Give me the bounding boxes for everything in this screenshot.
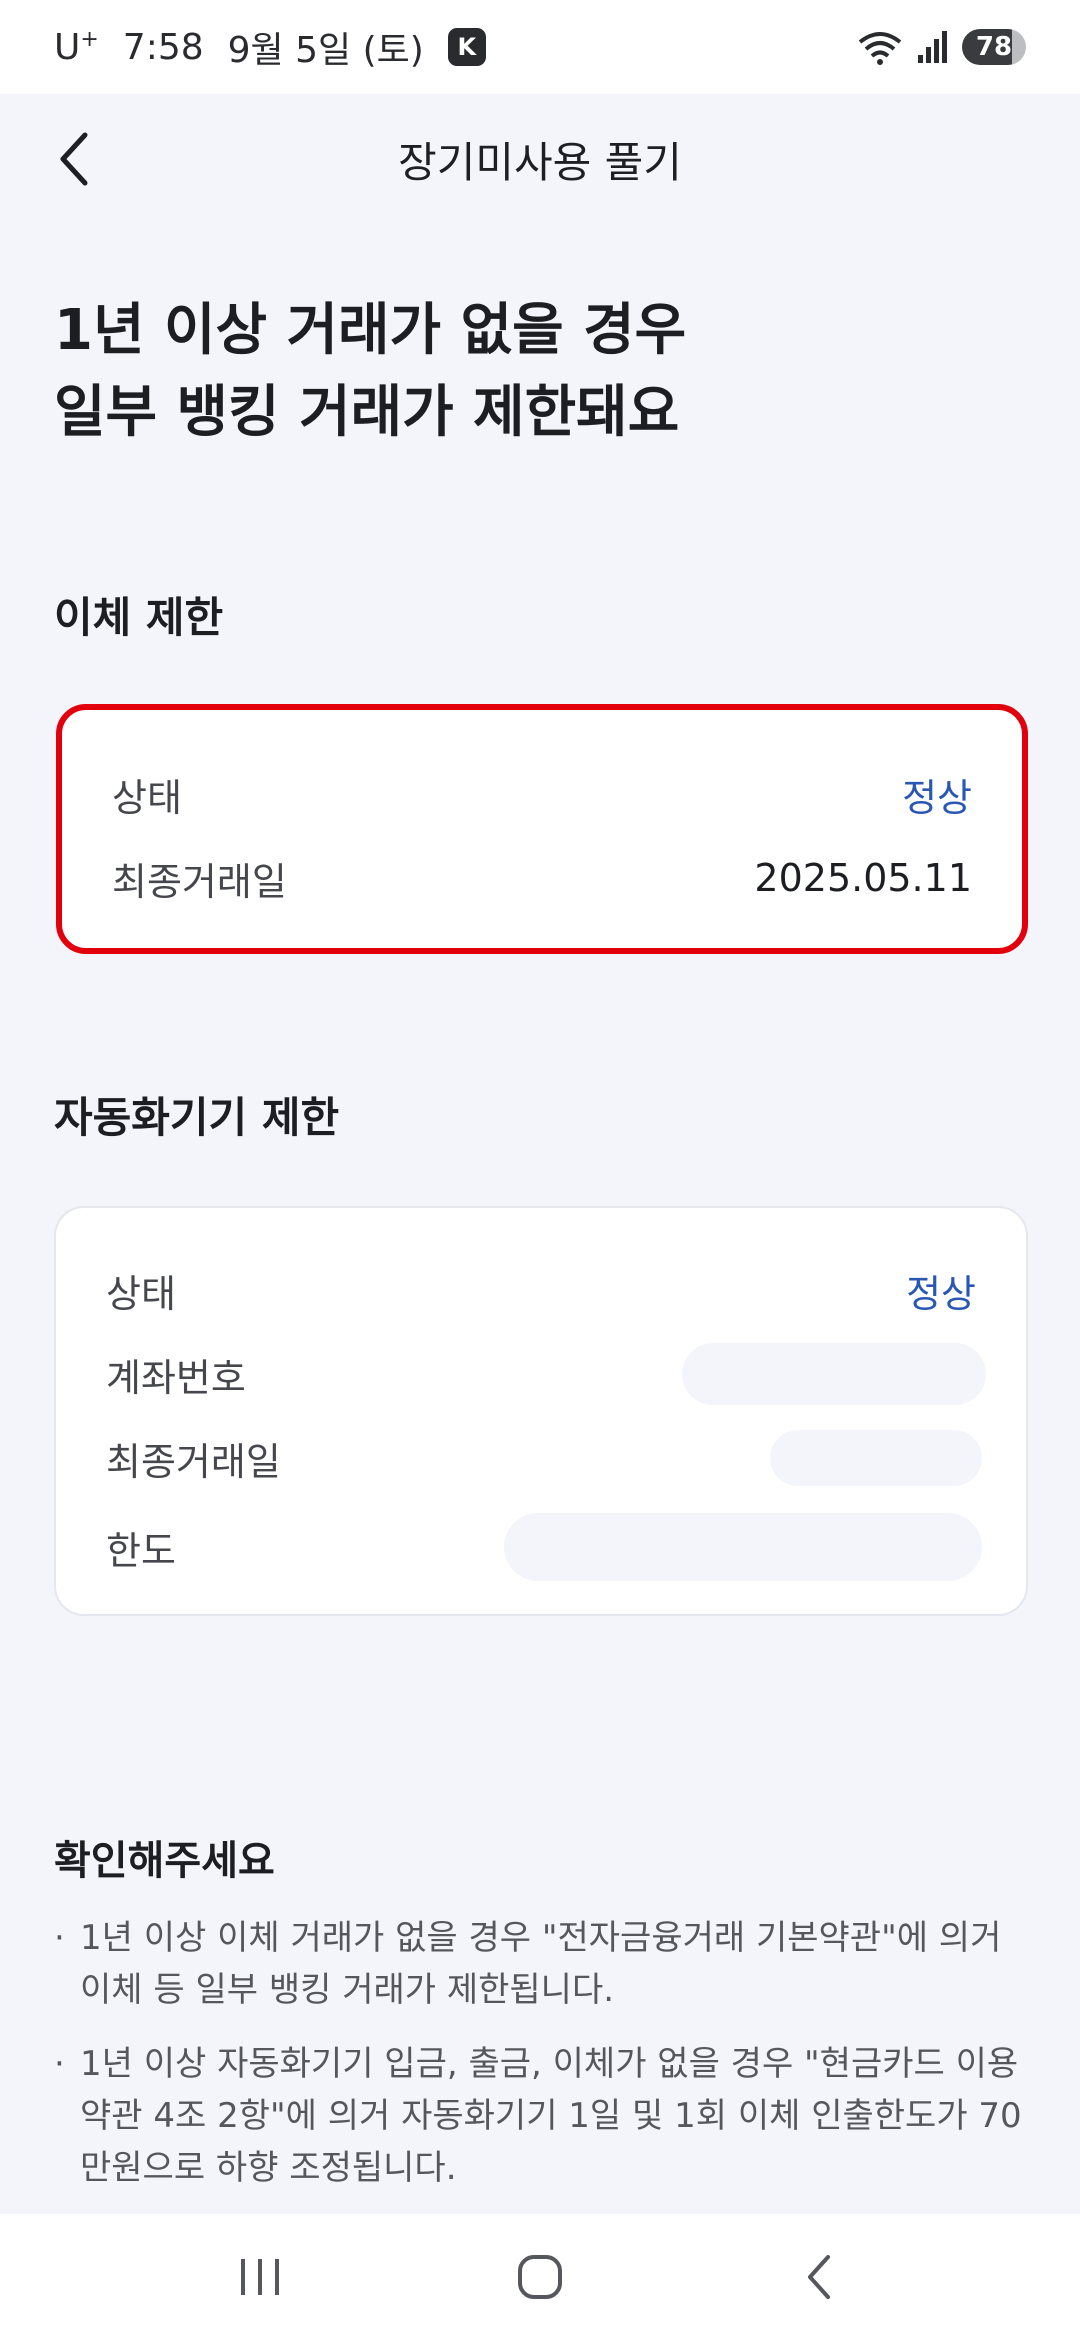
- system-nav-bar: [0, 2214, 1080, 2340]
- row-label: 상태: [106, 1271, 176, 1316]
- status-left: U+ 7:58 9월 5일 (토) K: [54, 21, 486, 73]
- transfer-status-card: 상태 정상 최종거래일 2025.05.11: [56, 704, 1028, 954]
- screen: U+ 7:58 9월 5일 (토) K 78 장기미사용 풀기 1년 이상 거래…: [0, 0, 1080, 2340]
- status-value: 정상: [906, 1271, 976, 1316]
- row-label: 상태: [112, 775, 182, 820]
- notice-item: 1년 이상 이체 거래가 없을 경우 "전자금융거래 기본약관"에 의거 이체 …: [54, 1912, 1034, 2016]
- home-button[interactable]: [495, 2232, 585, 2322]
- recent-apps-icon: [241, 2259, 279, 2295]
- status-date: 9월 5일 (토): [227, 30, 424, 71]
- back-button[interactable]: [40, 124, 110, 194]
- home-icon: [518, 2255, 562, 2299]
- page-title: 장기미사용 풀기: [398, 137, 682, 187]
- atm-last-date-row: 최종거래일: [106, 1428, 982, 1488]
- row-label: 한도: [106, 1528, 176, 1573]
- back-arrow-icon: [808, 2255, 830, 2299]
- transfer-section-title: 이체 제한: [54, 593, 224, 642]
- loading-placeholder: [504, 1513, 982, 1581]
- status-time: 7:58: [122, 26, 204, 68]
- headline-line-1: 1년 이상 거래가 없을 경우: [54, 298, 687, 363]
- atm-status-card: 상태 정상 계좌번호 최종거래일 한도: [54, 1206, 1028, 1616]
- status-bar: U+ 7:58 9월 5일 (토) K 78: [0, 0, 1080, 94]
- transfer-status-row: 상태 정상: [112, 764, 972, 824]
- chevron-left-icon: [60, 132, 88, 186]
- wifi-icon: [858, 32, 902, 65]
- transfer-last-date-row: 최종거래일 2025.05.11: [112, 848, 972, 908]
- row-label: 최종거래일: [106, 1439, 281, 1484]
- notice-item: 1년 이상 자동화기기 입금, 출금, 이체가 없을 경우 "현금카드 이용약관…: [54, 2038, 1034, 2194]
- row-label: 계좌번호: [106, 1355, 246, 1400]
- atm-limit-row: 한도: [106, 1512, 982, 1582]
- atm-account-row: 계좌번호: [106, 1343, 986, 1405]
- atm-status-row: 상태 정상: [106, 1260, 976, 1320]
- system-back-button[interactable]: [775, 2232, 865, 2322]
- carrier-label: U+: [54, 26, 99, 68]
- status-value: 정상: [902, 775, 972, 820]
- last-transaction-date: 2025.05.11: [754, 856, 972, 900]
- notice-list: 1년 이상 이체 거래가 없을 경우 "전자금융거래 기본약관"에 의거 이체 …: [54, 1912, 1034, 2216]
- app-notification-badge: K: [447, 28, 486, 66]
- app-header: 장기미사용 풀기: [0, 94, 1080, 224]
- headline-line-2: 일부 뱅킹 거래가 제한돼요: [54, 380, 680, 445]
- battery-indicator: 78: [962, 29, 1026, 65]
- loading-placeholder: [770, 1430, 982, 1486]
- notice-title: 확인해주세요: [54, 1838, 275, 1884]
- loading-placeholder: [682, 1343, 986, 1405]
- status-right: 78: [856, 28, 1026, 66]
- recent-apps-button[interactable]: [215, 2232, 305, 2322]
- signal-icon: [918, 31, 947, 63]
- row-label: 최종거래일: [112, 859, 287, 904]
- atm-section-title: 자동화기기 제한: [54, 1093, 340, 1142]
- headline: 1년 이상 거래가 없을 경우 일부 뱅킹 거래가 제한돼요: [54, 290, 954, 454]
